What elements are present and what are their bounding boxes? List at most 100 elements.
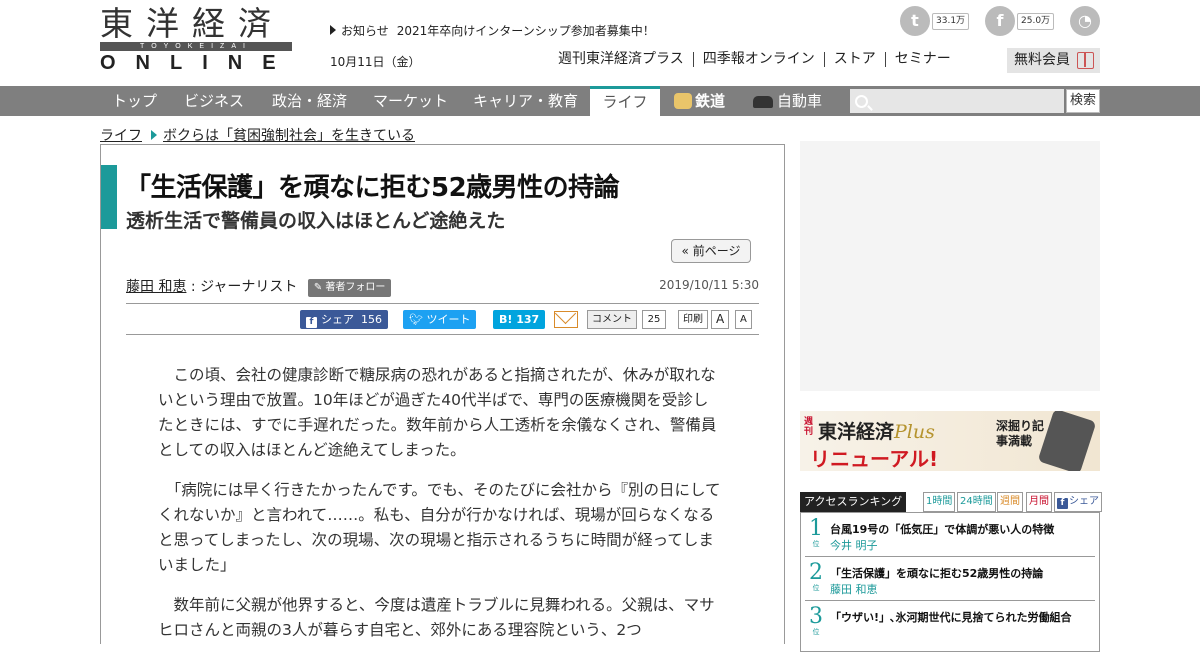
access-ranking: アクセスランキング 1時間 24時間 週間 月間 f シェア 1位 台風19号の「… [800, 492, 1102, 652]
breadcrumb-series[interactable]: ボクらは「貧困強制社会」を生きている [163, 128, 415, 144]
banner-weekly-label: 週刊 [804, 417, 814, 437]
hatena-bookmark-button[interactable]: B! 137 [493, 310, 546, 329]
rank-suffix: 位 [812, 541, 820, 548]
twitter-follow[interactable]: t 33.1万 [900, 6, 970, 36]
breadcrumb-life[interactable]: ライフ [100, 128, 142, 144]
ranking-item[interactable]: 2位 「生活保護」を頑なに拒む52歳男性の持論 藤田 和恵 [805, 557, 1095, 601]
nav-politics-economy[interactable]: 政治・経済 [272, 86, 347, 116]
banner-side-text: 深掘り記事満載 [996, 419, 1045, 448]
facebook-icon: f [1057, 498, 1068, 509]
twitter-bird-icon: 🐦︎ [409, 313, 423, 326]
train-icon [674, 93, 692, 109]
ranking-tab-share-label: シェア [1069, 496, 1099, 507]
rank-number: 2位 [808, 561, 824, 593]
tweet-button[interactable]: 🐦︎ ツイート [403, 310, 477, 329]
current-date: 10月11日（金） [330, 55, 421, 69]
author-role: : ジャーナリスト [190, 279, 298, 295]
rank-value: 1 [809, 516, 823, 541]
search-input[interactable] [850, 89, 1064, 113]
breadcrumb: ライフ ボクらは「貧困強制社会」を生きている [100, 125, 415, 145]
banner-renewal: リニューアル! [810, 447, 939, 471]
nav-career[interactable]: キャリア・教育 [473, 86, 578, 116]
gift-icon [1077, 52, 1094, 69]
font-small-button[interactable]: A [735, 310, 752, 329]
nav-top[interactable]: トップ [112, 86, 157, 116]
mail-icon[interactable] [554, 311, 578, 328]
top-link-seminar[interactable]: セミナー [884, 52, 960, 67]
ad-slot[interactable] [800, 141, 1100, 391]
rank-suffix: 位 [812, 629, 820, 636]
site-header: 東洋経済 TOYOKEIZAI ONLINE お知らせ 2021年卒向けインターン… [0, 0, 1200, 86]
search-icon [855, 95, 868, 108]
rss-icon: ◔ [1070, 6, 1100, 36]
ranking-header: アクセスランキング 1時間 24時間 週間 月間 f シェア [800, 492, 1102, 512]
comment-button[interactable]: コメント [587, 310, 637, 329]
rss-link[interactable]: ◔ [1070, 6, 1100, 36]
article-subtitle: 透析生活で警備員の収入はほとんど途絶えた [126, 210, 506, 232]
ranking-tab-24h[interactable]: 24時間 [957, 492, 996, 512]
nav-market[interactable]: マーケット [373, 86, 448, 116]
ranking-list: 1位 台風19号の「低気圧」で体調が悪い人の特徴 今井 明子 2位 「生活保護」… [800, 512, 1100, 652]
weekly-plus-banner[interactable]: 週刊 東洋経済Plus リニューアル! 深掘り記事満載 [800, 411, 1100, 471]
rank-number: 3位 [808, 605, 824, 637]
author-follow-button[interactable]: ✎ 著者フォロー [307, 279, 392, 297]
twitter-icon: t [900, 6, 930, 36]
notice-arrow-icon [330, 25, 336, 35]
logo-online: ONLINE [100, 52, 296, 74]
ranking-item-title: 「ウザい!」､氷河期世代に見捨てられた労働組合 [830, 611, 1072, 624]
rank-number: 1位 [808, 517, 824, 549]
top-link-weekly-plus[interactable]: 週刊東洋経済プラス [558, 52, 693, 67]
ranking-tab-share[interactable]: f シェア [1054, 492, 1102, 512]
published-date: 2019/10/11 5:30 [659, 278, 759, 292]
banner-plus: Plus [894, 421, 935, 443]
paragraph: この頃、会社の健康診断で糖尿病の恐れがあると指摘されたが、休みが取れないという理… [158, 366, 717, 459]
nav-railway[interactable]: 鉄道 [674, 86, 725, 116]
top-link-shikiho[interactable]: 四季報オンライン [692, 52, 824, 67]
follow-label: 著者フォロー [325, 282, 386, 293]
tweet-label: ツイート [426, 313, 471, 326]
ranking-item-author: 今井 明子 [830, 539, 878, 552]
facebook-follow[interactable]: f 25.0万 [985, 6, 1055, 36]
notice-link[interactable]: お知らせ 2021年卒向けインターンシップ参加者募集中！ [330, 22, 655, 39]
facebook-count: 25.0万 [1017, 12, 1055, 30]
ranking-tab-week[interactable]: 週間 [997, 492, 1023, 512]
nav-auto-label: 自動車 [777, 92, 823, 110]
share-bar: f シェア 156 🐦︎ ツイート B! 137 コメント 25 印刷 A A [126, 303, 759, 335]
rank-value: 3 [809, 604, 823, 629]
breadcrumb-arrow-icon [151, 130, 157, 140]
facebook-icon: f [306, 317, 317, 328]
ranking-item-title: 台風19号の「低気圧」で体調が悪い人の特徴 [830, 523, 1055, 536]
paragraph: 数年前に父親が他界すると、今度は遺産トラブルに見舞われる。父親は、マサヒロさんと… [158, 596, 715, 639]
print-button[interactable]: 印刷 [678, 310, 708, 329]
nav-business[interactable]: ビジネス [184, 86, 244, 116]
hatena-icon: B! [499, 313, 513, 326]
ranking-item[interactable]: 1位 台風19号の「低気圧」で体調が悪い人の特徴 今井 明子 [805, 513, 1095, 557]
facebook-icon: f [985, 6, 1015, 36]
site-logo[interactable]: 東洋経済 TOYOKEIZAI ONLINE [100, 6, 292, 75]
search-button[interactable]: 検索 [1066, 89, 1100, 113]
author-line: 藤田 和恵 : ジャーナリスト ✎ 著者フォロー [126, 276, 392, 297]
nav-railway-label: 鉄道 [695, 92, 726, 110]
top-links: 週刊東洋経済プラス 四季報オンライン ストア セミナー [558, 52, 960, 67]
free-member-button[interactable]: 無料会員 [1007, 48, 1100, 73]
facebook-share-button[interactable]: f シェア 156 [300, 310, 388, 329]
rank-value: 2 [809, 560, 823, 585]
notice-label: お知らせ [341, 24, 389, 38]
smartphone-image [1037, 411, 1097, 471]
top-link-store[interactable]: ストア [823, 52, 885, 67]
title-accent-bar [101, 165, 117, 229]
twitter-count: 33.1万 [932, 12, 970, 30]
nav-life[interactable]: ライフ [590, 86, 660, 116]
ranking-tab-1h[interactable]: 1時間 [923, 492, 956, 512]
font-large-button[interactable]: A [711, 310, 730, 329]
car-icon [753, 96, 773, 108]
logo-kanji: 東洋経済 [100, 4, 284, 43]
nav-auto[interactable]: 自動車 [753, 86, 822, 116]
banner-title: 東洋経済Plus [818, 417, 935, 444]
article-title: 「生活保護」を頑なに拒む52歳男性の持論 [125, 173, 620, 203]
ranking-item[interactable]: 3位 「ウザい!」､氷河期世代に見捨てられた労働組合 [805, 601, 1095, 645]
ranking-tab-month[interactable]: 月間 [1026, 492, 1052, 512]
article-body: この頃、会社の健康診断で糖尿病の恐れがあると指摘されたが、休みが取れないという理… [158, 363, 723, 658]
prev-page-button[interactable]: « 前ページ [671, 239, 751, 263]
author-name[interactable]: 藤田 和恵 [126, 279, 186, 295]
